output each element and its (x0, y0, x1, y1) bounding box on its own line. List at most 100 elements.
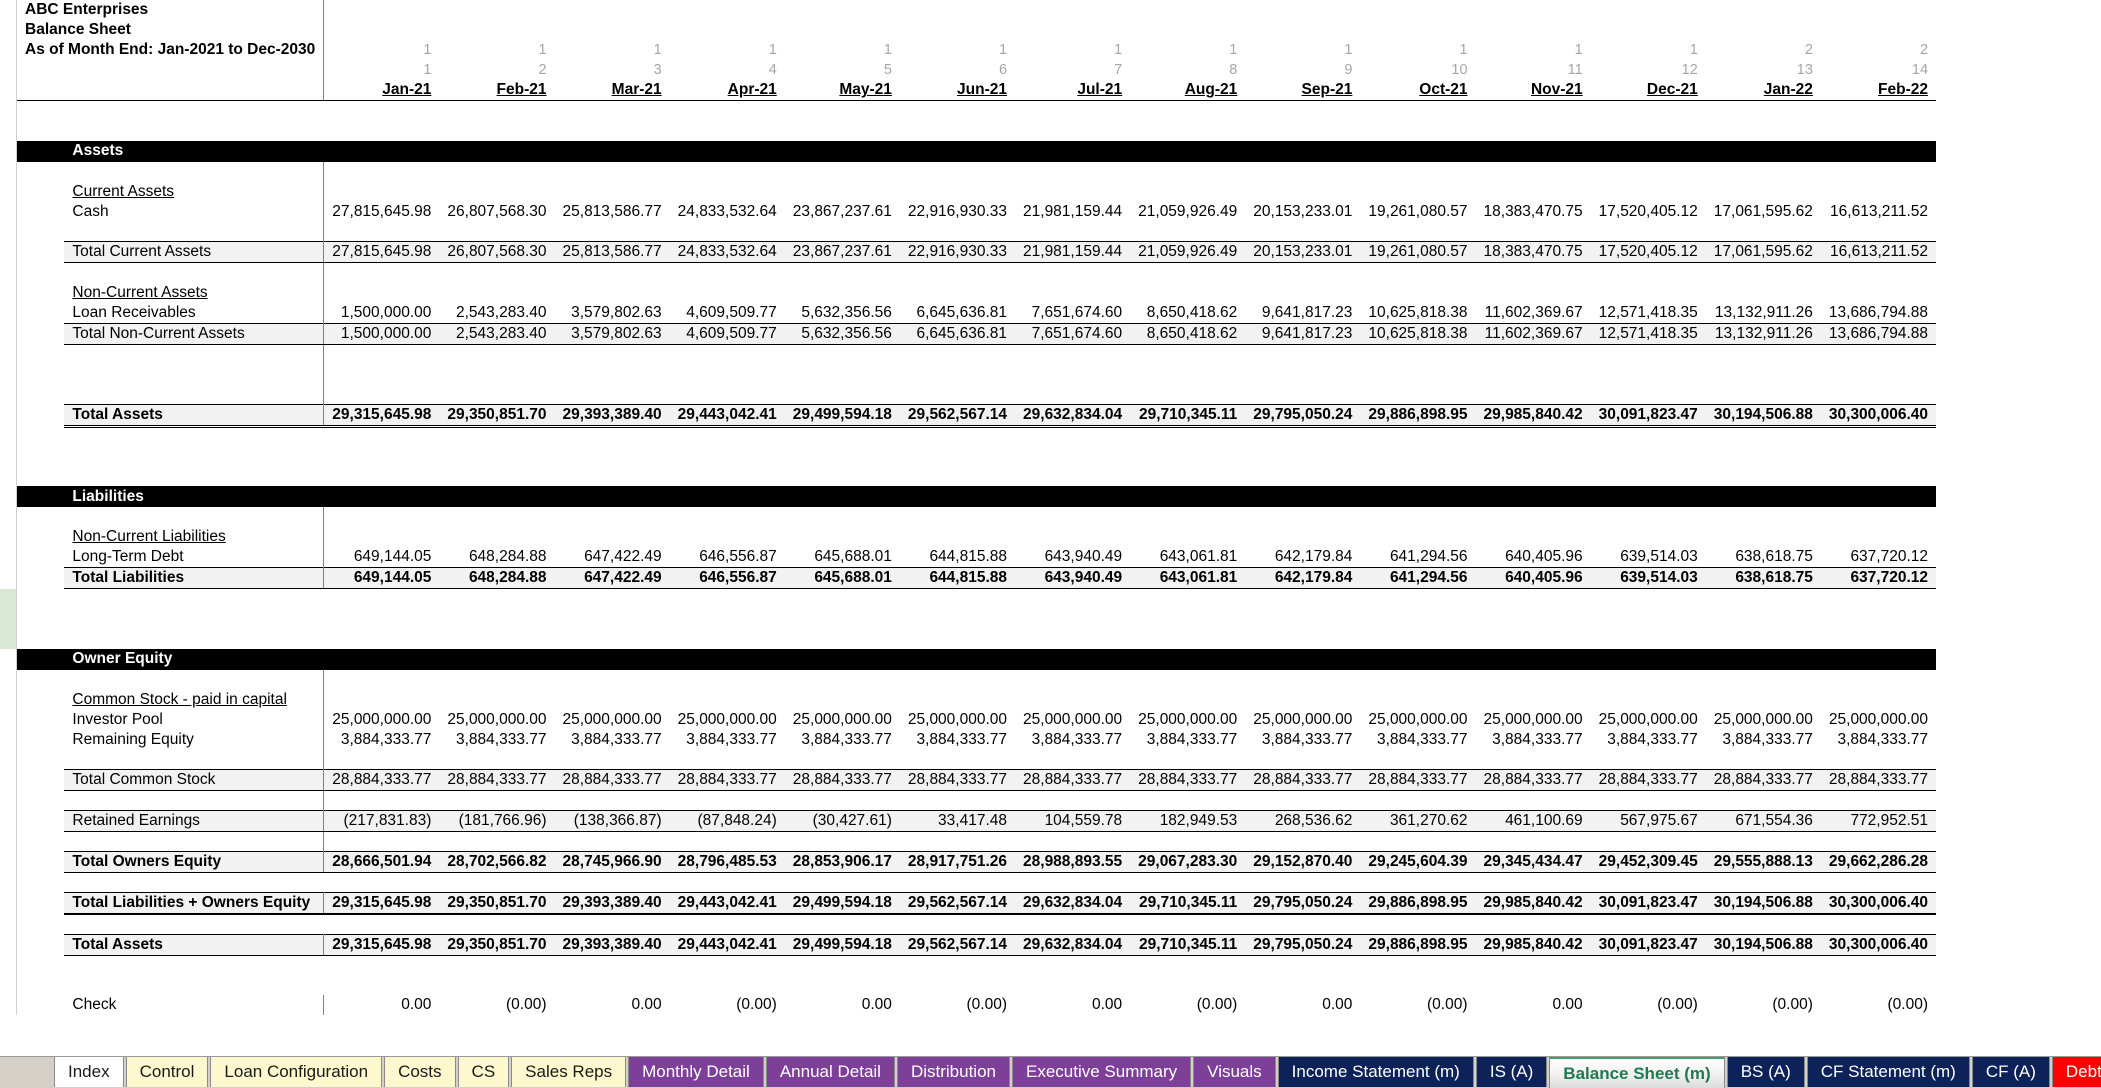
cell[interactable] (784, 588, 900, 609)
cell[interactable] (1015, 0, 1131, 20)
cell[interactable] (1820, 221, 1937, 242)
cell[interactable] (1360, 466, 1476, 486)
cell[interactable]: 29,886,898.95 (1360, 403, 1476, 428)
cell[interactable]: 27,815,645.98 (323, 241, 440, 263)
cell[interactable] (1360, 790, 1476, 811)
year-index-cell[interactable]: 1 (1245, 40, 1361, 60)
cell[interactable] (1705, 527, 1821, 547)
cell[interactable]: 638,618.75 (1705, 547, 1821, 568)
cell[interactable]: 12,571,418.35 (1590, 322, 1706, 345)
cell[interactable] (899, 975, 1016, 995)
cell[interactable] (1590, 914, 1706, 934)
cell[interactable] (439, 426, 555, 446)
cell[interactable] (1360, 749, 1476, 770)
cell[interactable]: (30,427.61) (784, 810, 900, 832)
month-index-cell[interactable]: 5 (784, 60, 900, 80)
cell[interactable]: 17,061,595.62 (1705, 201, 1821, 222)
cell[interactable] (1360, 262, 1476, 283)
cell[interactable] (784, 120, 900, 141)
cell[interactable] (323, 120, 440, 141)
cell[interactable]: (0.00) (1590, 995, 1706, 1015)
cell[interactable]: 29,985,840.42 (1475, 933, 1591, 956)
cell[interactable] (1245, 181, 1361, 202)
cell[interactable] (1705, 20, 1821, 40)
cell[interactable]: 30,091,823.47 (1590, 933, 1706, 956)
cell[interactable] (323, 344, 440, 364)
cell[interactable] (1360, 831, 1476, 852)
cell[interactable] (323, 507, 440, 527)
cell[interactable] (1705, 975, 1821, 995)
cell[interactable] (1705, 507, 1821, 527)
cell[interactable] (1015, 749, 1131, 770)
cell[interactable] (1820, 344, 1937, 364)
cell[interactable] (1245, 466, 1361, 486)
cell[interactable] (1245, 221, 1361, 242)
cell[interactable]: 0.00 (784, 995, 900, 1015)
month-index-cell[interactable]: 8 (1130, 60, 1246, 80)
cell[interactable]: 16,613,211.52 (1820, 201, 1937, 222)
cell[interactable] (1820, 831, 1937, 852)
cell[interactable] (1705, 0, 1821, 20)
cell[interactable] (899, 466, 1016, 486)
cell[interactable] (1130, 669, 1246, 690)
cell[interactable] (554, 161, 670, 182)
cell[interactable]: 0.00 (554, 995, 670, 1015)
cell[interactable] (1130, 364, 1246, 384)
cell[interactable] (1475, 20, 1591, 40)
cell[interactable]: 29,350,851.70 (439, 933, 555, 956)
cell[interactable]: 5,632,356.56 (784, 302, 900, 323)
cell[interactable] (784, 955, 900, 975)
cell[interactable]: 28,702,566.82 (439, 851, 555, 873)
cell[interactable]: 3,579,802.63 (554, 322, 670, 345)
cell[interactable] (554, 384, 670, 404)
cell[interactable] (1130, 20, 1246, 40)
cell[interactable] (439, 282, 555, 303)
column-header-Sep-21[interactable]: Sep-21 (1245, 80, 1361, 101)
cell[interactable] (784, 344, 900, 364)
cell[interactable]: 13,132,911.26 (1705, 302, 1821, 323)
cell[interactable] (1360, 221, 1476, 242)
cell[interactable]: 19,261,080.57 (1360, 201, 1476, 222)
cell[interactable]: 29,710,345.11 (1130, 933, 1246, 956)
cell[interactable] (1130, 282, 1246, 303)
cell[interactable]: 3,884,333.77 (1820, 729, 1937, 750)
cell[interactable] (1705, 344, 1821, 364)
cell[interactable]: 28,884,333.77 (784, 769, 900, 791)
cell[interactable] (1130, 0, 1246, 20)
cell[interactable]: 33,417.48 (899, 810, 1016, 832)
cell[interactable] (1475, 426, 1591, 446)
cell[interactable] (1590, 749, 1706, 770)
cell[interactable] (1590, 527, 1706, 547)
cell[interactable] (1590, 689, 1706, 710)
cell[interactable]: (217,831.83) (323, 810, 440, 832)
cell[interactable] (323, 364, 440, 384)
cell[interactable]: 22,916,930.33 (899, 201, 1016, 222)
cell[interactable] (1705, 608, 1821, 629)
cell[interactable]: 29,795,050.24 (1245, 403, 1361, 428)
cell[interactable]: 2,543,283.40 (439, 322, 555, 345)
cell[interactable] (899, 262, 1016, 283)
cell[interactable] (1130, 872, 1246, 893)
sheet-tab-index[interactable]: Index (54, 1057, 124, 1087)
cell[interactable] (1475, 466, 1591, 486)
cell[interactable] (1130, 181, 1246, 202)
cell[interactable]: 7,651,674.60 (1015, 322, 1131, 345)
column-header-Dec-21[interactable]: Dec-21 (1590, 80, 1706, 101)
cell[interactable] (1820, 364, 1937, 384)
cell[interactable] (1590, 100, 1706, 121)
year-index-cell[interactable]: 2 (1705, 40, 1821, 60)
cell[interactable] (323, 0, 440, 20)
cell[interactable]: 6,645,636.81 (899, 322, 1016, 345)
cell[interactable] (1590, 426, 1706, 446)
cell[interactable]: (181,766.96) (439, 810, 555, 832)
cell[interactable] (899, 628, 1016, 649)
cell[interactable] (1820, 527, 1937, 547)
cell[interactable] (1820, 669, 1937, 690)
cell[interactable] (1130, 384, 1246, 404)
cell[interactable] (1820, 975, 1937, 995)
cell[interactable] (1245, 955, 1361, 975)
cell[interactable] (1705, 384, 1821, 404)
cell[interactable]: 29,345,434.47 (1475, 851, 1591, 873)
month-index-cell[interactable]: 12 (1590, 60, 1706, 80)
cell[interactable]: 29,443,042.41 (669, 892, 785, 915)
